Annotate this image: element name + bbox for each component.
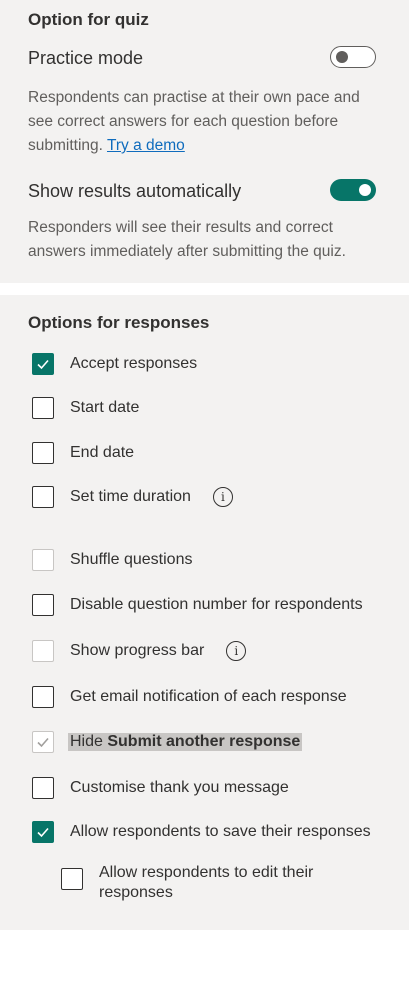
- response-option[interactable]: Accept responses: [32, 352, 197, 376]
- checkbox[interactable]: [32, 397, 54, 419]
- checkbox[interactable]: [32, 731, 54, 753]
- option-label: Start date: [70, 399, 140, 416]
- quiz-section-title: Option for quiz: [28, 10, 149, 29]
- checkbox[interactable]: [32, 442, 54, 464]
- option-label: Set time duration: [70, 488, 191, 505]
- option-label: Hide Submit another response: [68, 733, 303, 751]
- response-option[interactable]: Allow respondents to edit their response…: [61, 863, 349, 903]
- option-label: Disable question number for respondents: [70, 596, 363, 613]
- checkbox[interactable]: [32, 777, 54, 799]
- option-label-prefix: Hide: [70, 733, 108, 750]
- practice-mode-label: Practice mode: [28, 48, 144, 68]
- response-option[interactable]: Set time duration i: [32, 485, 233, 509]
- quiz-options-panel: Option for quiz Practice mode Respondent…: [0, 0, 409, 283]
- option-label: End date: [70, 444, 135, 461]
- practice-mode-toggle[interactable]: [330, 46, 376, 68]
- checkbox[interactable]: [32, 821, 54, 843]
- show-results-description: Responders will see their results and co…: [28, 219, 346, 260]
- option-label-bold: Submit another response: [107, 733, 301, 750]
- response-option[interactable]: Hide Submit another response: [32, 730, 303, 754]
- response-option[interactable]: Shuffle questions: [32, 548, 192, 572]
- option-label: Allow respondents to edit their response…: [99, 864, 314, 901]
- option-label: Allow respondents to save their response…: [70, 823, 371, 840]
- show-results-label: Show results automatically: [28, 181, 242, 201]
- practice-mode-description-text: Respondents can practise at their own pa…: [28, 89, 360, 154]
- checkbox[interactable]: [32, 686, 54, 708]
- checkbox[interactable]: [32, 594, 54, 616]
- response-option[interactable]: Customise thank you message: [32, 776, 289, 800]
- toggle-knob: [336, 51, 348, 63]
- checkbox[interactable]: [32, 486, 54, 508]
- checkbox[interactable]: [61, 868, 83, 890]
- response-option[interactable]: Get email notification of each response: [32, 685, 347, 709]
- show-results-toggle[interactable]: [330, 179, 376, 201]
- response-option[interactable]: Disable question number for respondents: [32, 593, 363, 617]
- checkbox[interactable]: [32, 353, 54, 375]
- toggle-knob: [359, 184, 371, 196]
- response-option[interactable]: Show progress bar i: [32, 639, 247, 663]
- option-label: Accept responses: [70, 355, 198, 372]
- practice-mode-description: Respondents can practise at their own pa…: [28, 86, 388, 158]
- option-label: Show progress bar: [70, 642, 205, 659]
- response-options-panel: Options for responses Accept responses St…: [0, 295, 409, 930]
- response-option[interactable]: Start date: [32, 396, 139, 420]
- try-demo-link[interactable]: Try a demo: [107, 137, 185, 154]
- response-option[interactable]: End date: [32, 441, 134, 465]
- option-label: Shuffle questions: [70, 551, 193, 568]
- option-label: Customise thank you message: [70, 779, 289, 796]
- response-option[interactable]: Allow respondents to save their response…: [32, 820, 371, 844]
- info-icon[interactable]: i: [212, 487, 233, 507]
- checkbox[interactable]: [32, 640, 54, 662]
- info-icon[interactable]: i: [226, 641, 247, 661]
- option-label: Get email notification of each response: [70, 688, 347, 705]
- responses-section-title: Options for responses: [28, 313, 210, 332]
- checkbox[interactable]: [32, 549, 54, 571]
